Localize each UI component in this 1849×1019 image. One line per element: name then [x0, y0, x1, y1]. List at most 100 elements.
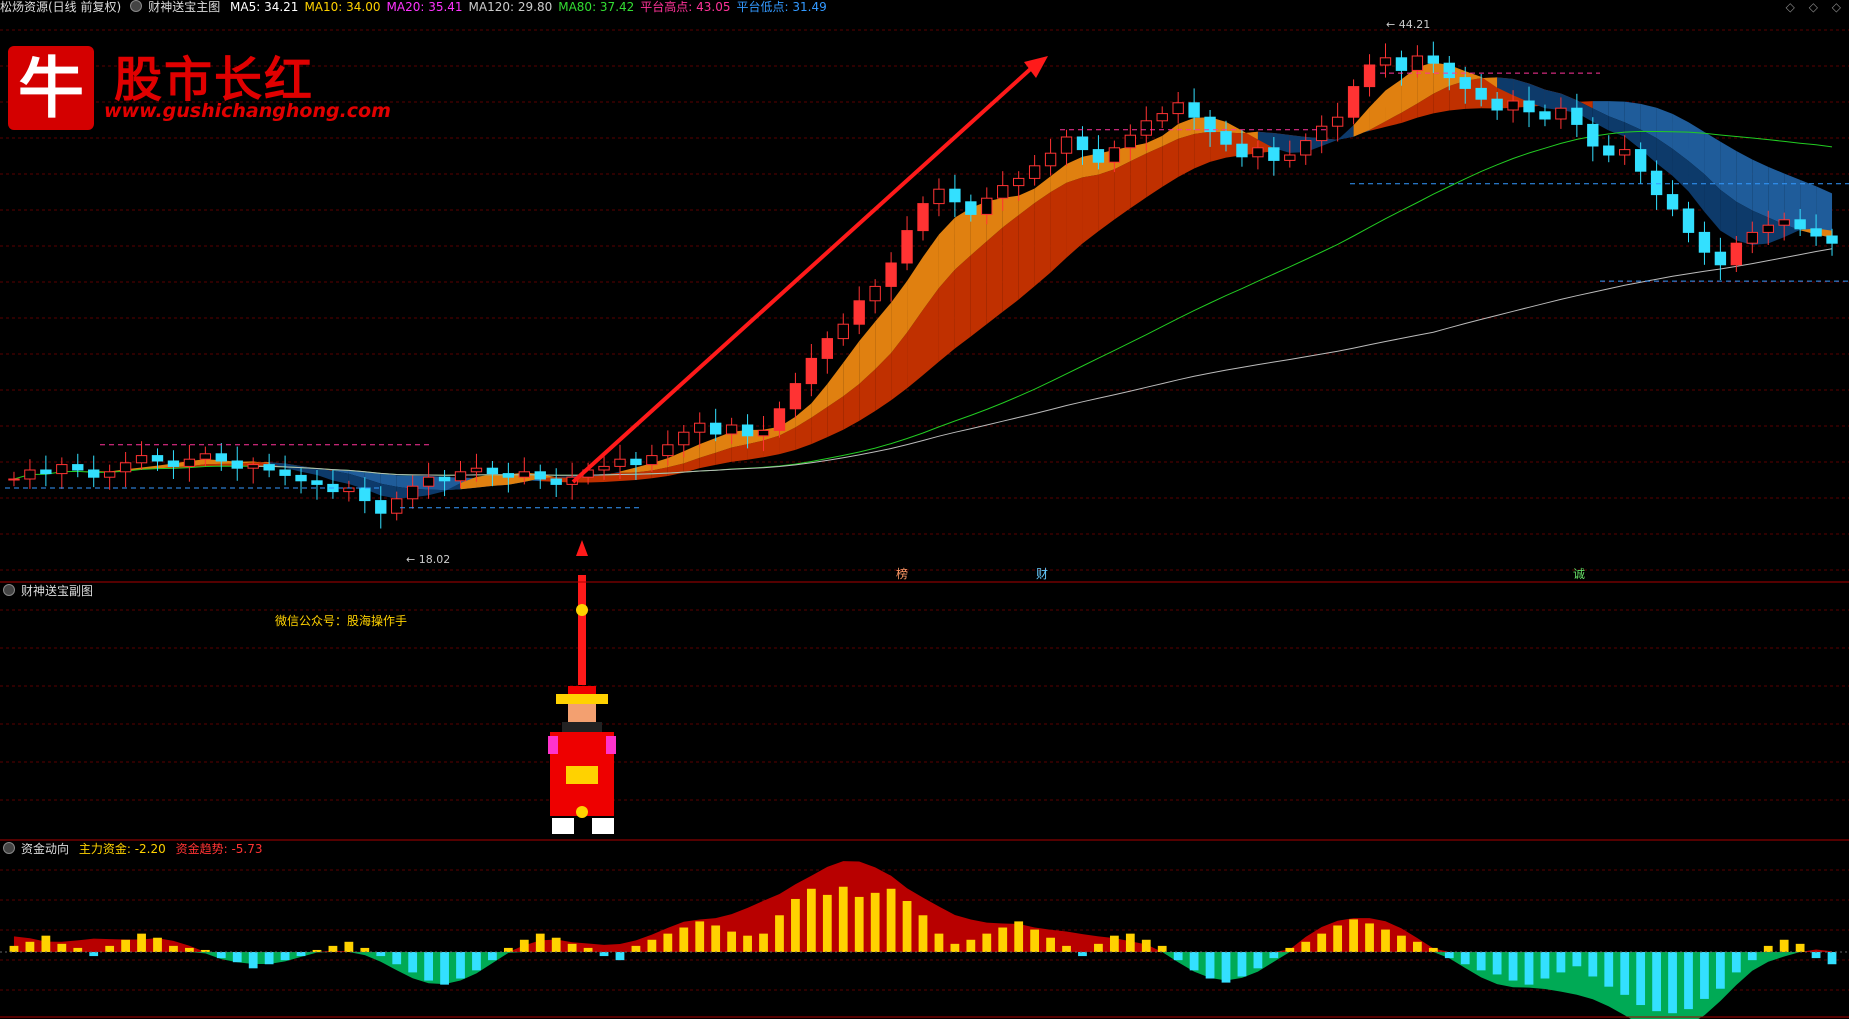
- candle-body: [1746, 231, 1758, 244]
- settings-dot-icon[interactable]: [3, 584, 15, 596]
- flow-bar: [328, 945, 338, 952]
- flow-bar: [1460, 952, 1470, 965]
- candle-body: [1427, 55, 1440, 64]
- flow-bar: [519, 939, 529, 952]
- candle: [1347, 79, 1360, 125]
- flow-bar: [950, 943, 960, 952]
- candle-body: [1666, 194, 1679, 210]
- ma-legend-item: MA120: 29.80: [468, 0, 553, 14]
- band-segment: [619, 472, 636, 481]
- flow-bar: [1365, 923, 1374, 952]
- flow-bar: [1636, 952, 1646, 1006]
- flow-bar: [775, 915, 784, 952]
- flow-bar: [902, 901, 912, 952]
- candle-body: [965, 201, 977, 215]
- candle-body: [1331, 116, 1344, 127]
- candle-body: [119, 462, 132, 473]
- diamond-icon[interactable]: ◇: [1809, 0, 1818, 14]
- flow-bar: [264, 952, 274, 965]
- flow-bar: [376, 952, 386, 957]
- flow-bar: [551, 937, 561, 952]
- sub-legend: 财神送宝副图: [0, 584, 99, 598]
- flow-bar: [408, 952, 418, 973]
- flow-bar: [791, 898, 800, 952]
- window-controls: ◇ ◇ ◇: [1776, 0, 1841, 14]
- candle-body: [1826, 235, 1838, 244]
- flow-bar: [1508, 952, 1518, 981]
- flow-bar: [1444, 952, 1454, 959]
- candle-body: [1778, 219, 1790, 226]
- flow-bar: [1795, 943, 1805, 952]
- signal-marker: 诚: [1573, 567, 1585, 581]
- candle-body: [1810, 228, 1822, 237]
- candle-body: [311, 480, 323, 485]
- diamond-icon[interactable]: ◇: [1832, 0, 1841, 14]
- candle-body: [614, 458, 626, 467]
- flow-bar: [1189, 952, 1199, 971]
- stock-title[interactable]: 松炀资源(日线 前复权): [0, 0, 121, 14]
- band-segment: [1066, 177, 1083, 258]
- candle-body: [1650, 170, 1663, 196]
- candle-body: [1124, 134, 1137, 149]
- candle-body: [1714, 251, 1727, 266]
- flow-bar: [185, 947, 194, 952]
- band-segment: [1002, 215, 1019, 312]
- flow-bar: [838, 886, 848, 952]
- candle-body: [1347, 86, 1360, 118]
- candle-body: [438, 476, 451, 482]
- candle-body: [1044, 152, 1057, 167]
- settings-dot-icon[interactable]: [130, 0, 143, 12]
- low-price-label: ← 18.02: [406, 553, 450, 566]
- flow-bar: [89, 952, 99, 957]
- flow-legend: 资金动向 主力资金: -2.20 资金趋势: -5.73: [0, 842, 269, 856]
- flow-bar: [424, 952, 434, 981]
- candle-body: [1268, 147, 1280, 161]
- flow-bar: [1062, 945, 1071, 952]
- candle-body: [837, 323, 849, 340]
- candle-body: [359, 487, 371, 502]
- candle-body: [1188, 102, 1200, 118]
- flow-bar: [1412, 941, 1422, 952]
- signal-marker: 榜: [896, 566, 908, 581]
- band-segment: [986, 227, 1003, 325]
- candle-body: [1619, 149, 1631, 156]
- flow-bar: [1381, 929, 1390, 952]
- flow-bar: [440, 952, 449, 985]
- flow-bar: [647, 939, 657, 952]
- candle-body: [56, 464, 68, 475]
- flow-bar: [1157, 945, 1167, 952]
- candle-body: [1300, 140, 1312, 156]
- flow-bar: [1604, 952, 1614, 987]
- candle-body: [8, 478, 20, 481]
- flow-bar: [1476, 952, 1486, 971]
- candle-body: [997, 185, 1009, 199]
- candle-body: [1236, 143, 1248, 158]
- candle-body: [1363, 64, 1376, 88]
- ma-list: MA5: 34.21 MA10: 34.00 MA20: 35.41 MA120: 2…: [230, 0, 833, 14]
- candle-body: [88, 469, 100, 478]
- flow-bar: [1078, 952, 1087, 957]
- diamond-icon[interactable]: ◇: [1786, 0, 1795, 14]
- flow-bar: [1094, 943, 1103, 952]
- candle-body: [1316, 125, 1328, 142]
- flow-indicator-name[interactable]: 资金动向: [21, 842, 69, 856]
- main-indicator-name[interactable]: 财神送宝主图: [148, 0, 220, 14]
- flow-bar: [73, 947, 83, 952]
- flow-bar: [1827, 952, 1837, 965]
- flow-bar: [743, 935, 752, 952]
- candle-body: [502, 473, 515, 478]
- candle-body: [805, 357, 818, 385]
- flow-bar: [1747, 952, 1757, 961]
- flow-bar: [57, 943, 67, 952]
- flow-bar: [870, 892, 880, 952]
- candle-body: [662, 444, 674, 457]
- ma-legend-item: 平台高点: 43.05: [640, 0, 731, 14]
- flow-bar: [631, 945, 641, 952]
- candle-body: [1587, 123, 1599, 147]
- candle-body: [1060, 136, 1073, 154]
- settings-dot-icon[interactable]: [3, 842, 15, 854]
- flow-bar: [1779, 939, 1789, 952]
- candle-body: [1156, 113, 1168, 122]
- candle-body: [725, 424, 738, 435]
- sub-indicator-name[interactable]: 财神送宝副图: [21, 584, 93, 598]
